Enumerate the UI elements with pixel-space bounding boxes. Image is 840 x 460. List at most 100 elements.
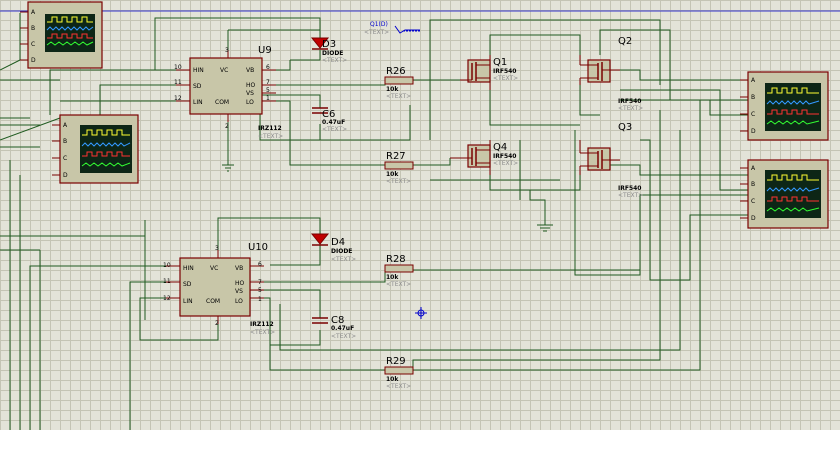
oscilloscope-2[interactable]: A B C D: [52, 114, 139, 184]
q4-mosfet[interactable]: Q4 IRF540 <TEXT>: [450, 140, 518, 175]
q4-ref: Q4: [493, 142, 507, 153]
d3-value: DIODE: [322, 50, 343, 57]
c8-capacitor[interactable]: C8 0.47uF <TEXT>: [312, 315, 356, 340]
terminal-label: Q1(D): [370, 21, 388, 28]
scope-pin-label: B: [751, 181, 755, 188]
schematic-canvas[interactable]: A B C D A B C D A B C D A B C D U9 10 11…: [0, 0, 840, 430]
oscilloscope-1[interactable]: A B C D: [20, 1, 103, 69]
r27-value: 10k: [386, 171, 399, 178]
u10-pin-sd-number: 11: [163, 278, 171, 285]
u10-pin-vc-number: 3: [215, 245, 219, 252]
c6-text: <TEXT>: [322, 126, 347, 133]
oscilloscope-4[interactable]: A B C D: [740, 159, 829, 229]
u9-pin-sd-number: 11: [174, 79, 182, 86]
wires: [0, 13, 750, 430]
scope-pin-label: C: [31, 41, 35, 48]
u9-text: <TEXT>: [258, 133, 283, 140]
u9-pin-com-number: 2: [225, 123, 229, 130]
scope-pin-label: B: [63, 138, 67, 145]
u9-pin-ho-number: 7: [266, 79, 270, 86]
u10-ir2112-driver[interactable]: U10 10 11 12 3 2 6 7 5 1 HIN SD LIN VC C…: [163, 242, 275, 336]
u10-pin-ho-number: 7: [258, 279, 262, 286]
d4-value: DIODE: [331, 248, 352, 255]
d4-diode[interactable]: D4 DIODE <TEXT>: [310, 233, 356, 263]
u9-pin-vc-label: VC: [220, 67, 228, 74]
q4-text: <TEXT>: [493, 160, 518, 167]
u9-pin-ho-label: HO: [246, 82, 256, 89]
q2-text: <TEXT>: [618, 105, 643, 112]
r26-resistor[interactable]: R26 10k <TEXT>: [384, 66, 414, 100]
scope-pin-label: D: [751, 128, 756, 135]
u10-pin-lin-label: LIN: [183, 298, 193, 305]
u10-pin-com-number: 2: [215, 320, 219, 327]
q1-value: IRF540: [493, 68, 516, 75]
crosshair-icon[interactable]: [415, 307, 427, 319]
oscilloscope-3[interactable]: A B C D: [740, 71, 829, 141]
u10-pin-lo-number: 1: [258, 296, 262, 303]
u9-part: IRZ112: [258, 125, 282, 132]
c8-value: 0.47uF: [331, 325, 354, 332]
r27-text: <TEXT>: [386, 178, 411, 185]
q1-text: <TEXT>: [493, 75, 518, 82]
r27-ref: R27: [386, 151, 406, 162]
u10-pin-lo-label: LO: [235, 298, 243, 305]
u10-pin-vs-label: VS: [235, 288, 243, 295]
u9-pin-lin-number: 12: [174, 95, 182, 102]
u9-pin-vc-number: 3: [225, 47, 229, 54]
scope-pin-label: D: [63, 172, 68, 179]
scope-pin-label: C: [63, 155, 67, 162]
r29-resistor[interactable]: R29 10k <TEXT>: [384, 356, 414, 390]
c8-text: <TEXT>: [331, 333, 356, 340]
scope-pin-label: B: [751, 94, 755, 101]
r26-text: <TEXT>: [386, 93, 411, 100]
scope-pin-label: C: [751, 111, 755, 118]
u10-pin-vb-number: 6: [258, 261, 262, 268]
d4-text: <TEXT>: [331, 256, 356, 263]
u9-ir2112-driver[interactable]: U9 10 11 12 3 2 6 7 5 1 HIN SD LIN VC CO…: [174, 45, 283, 140]
r27-resistor[interactable]: R27 10k <TEXT>: [384, 151, 414, 185]
r29-ref: R29: [386, 356, 406, 367]
u10-pin-com-label: COM: [206, 298, 220, 305]
scope-screen: [765, 170, 821, 218]
r29-text: <TEXT>: [386, 383, 411, 390]
d4-ref: D4: [331, 237, 345, 248]
q1-mosfet[interactable]: Q1 IRF540 <TEXT>: [460, 55, 518, 90]
r26-ref: R26: [386, 66, 406, 77]
scope-pin-label: D: [31, 57, 36, 64]
c6-capacitor[interactable]: C6 0.47uF <TEXT>: [312, 107, 347, 133]
r26-value: 10k: [386, 86, 399, 93]
scope-pin-label: D: [751, 215, 756, 222]
q3-text: <TEXT>: [618, 192, 643, 199]
u10-pin-hin-label: HIN: [183, 265, 194, 272]
r28-ref: R28: [386, 254, 406, 265]
r28-resistor[interactable]: R28 10k <TEXT>: [384, 254, 414, 288]
u9-pin-sd-label: SD: [193, 83, 202, 90]
u10-ref: U10: [248, 242, 268, 253]
u10-text: <TEXT>: [250, 329, 275, 336]
u9-pin-hin-label: HIN: [193, 67, 204, 74]
d3-ref: D3: [322, 39, 336, 50]
u9-pin-vs-number: 5: [266, 87, 270, 94]
d3-text: <TEXT>: [322, 57, 347, 64]
schematic-svg[interactable]: A B C D A B C D A B C D A B C D U9 10 11…: [0, 0, 840, 430]
q3-value: IRF540: [618, 185, 641, 192]
u10-part: IRZ112: [250, 321, 274, 328]
u10-pin-hin-number: 10: [163, 262, 171, 269]
u9-pin-vb-number: 6: [266, 64, 270, 71]
q2-value: IRF540: [618, 98, 641, 105]
q2-mosfet[interactable]: Q2 IRF540 <TEXT>: [579, 36, 643, 112]
scope-screen: [765, 83, 821, 131]
u9-pin-vb-label: VB: [246, 67, 254, 74]
q1-d-terminal[interactable]: Q1(D) <TEXT>: [364, 21, 420, 36]
u9-pin-lo-number: 1: [266, 95, 270, 102]
q4-value: IRF540: [493, 153, 516, 160]
u10-pin-lin-number: 12: [163, 295, 171, 302]
u10-pin-vs-number: 5: [258, 287, 262, 294]
u10-pin-vb-label: VB: [235, 265, 243, 272]
q3-mosfet[interactable]: Q3 IRF540 <TEXT>: [579, 122, 643, 199]
u10-pin-ho-label: HO: [235, 280, 245, 287]
r29-value: 10k: [386, 376, 399, 383]
u9-pin-hin-number: 10: [174, 64, 182, 71]
scope-pin-label: C: [751, 198, 755, 205]
q3-ref: Q3: [618, 122, 632, 133]
